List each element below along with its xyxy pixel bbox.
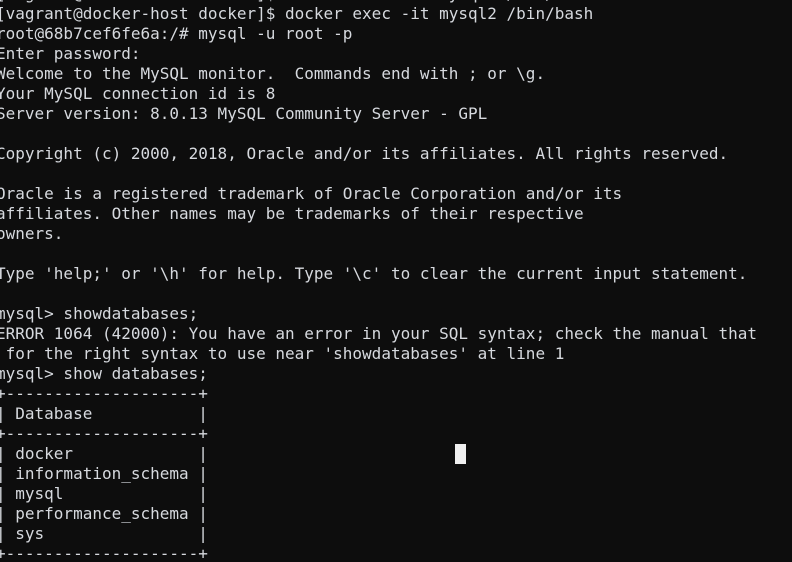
terminal-line: | Database |	[0, 404, 208, 423]
terminal-line: owners.	[0, 224, 64, 243]
terminal-window[interactable]: [vagrant@docker-host docker]$ docker exe…	[0, 0, 792, 562]
terminal-line: +--------------------+	[0, 424, 208, 443]
terminal-line: +--------------------+	[0, 384, 208, 403]
terminal-line: +--------------------+	[0, 544, 208, 562]
terminal-screen[interactable]: [vagrant@docker-host docker]$ docker exe…	[0, 0, 792, 562]
terminal-line: Type 'help;' or '\h' for help. Type '\c'…	[0, 264, 748, 283]
terminal-line: Welcome to the MySQL monitor. Commands e…	[0, 64, 546, 83]
terminal-line: | docker |	[0, 444, 208, 463]
terminal-line: Copyright (c) 2000, 2018, Oracle and/or …	[0, 144, 729, 163]
terminal-line: mysql> showdatabases;	[0, 304, 199, 323]
terminal-line: | information_schema |	[0, 464, 208, 483]
terminal-line: | performance_schema |	[0, 504, 208, 523]
terminal-line: | mysql |	[0, 484, 208, 503]
terminal-line: mysql> show databases;	[0, 364, 208, 383]
terminal-line: Oracle is a registered trademark of Orac…	[0, 184, 623, 203]
terminal-line: Enter password:	[0, 44, 141, 63]
terminal-line: [vagrant@docker-host docker]$ docker exe…	[0, 4, 594, 23]
terminal-line: Server version: 8.0.13 MySQL Community S…	[0, 104, 488, 123]
terminal-line: Your MySQL connection id is 8	[0, 84, 276, 103]
terminal-line: for the right syntax to use near 'showda…	[0, 344, 565, 363]
terminal-line: root@68b7cef6fe6a:/# mysql -u root -p	[0, 24, 353, 43]
terminal-line: | sys |	[0, 524, 208, 543]
terminal-line: ERROR 1064 (42000): You have an error in…	[0, 324, 757, 343]
block-cursor	[455, 444, 466, 464]
terminal-line: affiliates. Other names may be trademark…	[0, 204, 584, 223]
